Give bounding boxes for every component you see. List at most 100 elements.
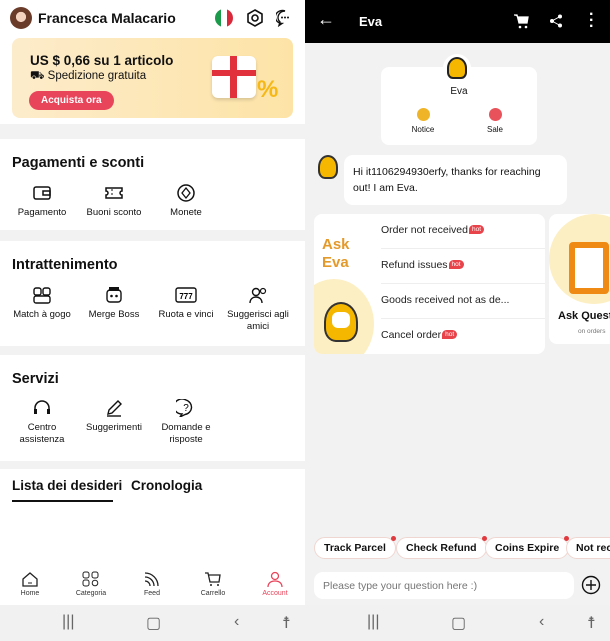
match-item[interactable]: Match à gogo	[7, 286, 77, 321]
item-label: Buoni sconto	[86, 207, 142, 218]
item-label: Suggerimenti	[86, 422, 142, 433]
coupon-icon	[105, 187, 123, 199]
notice-button[interactable]: Notice	[403, 108, 443, 134]
hot-badge: hot	[448, 260, 464, 269]
payments-section: Pagamenti e sconti Pagamento Buoni scont…	[0, 139, 305, 230]
back-arrow-icon[interactable]: ←	[317, 9, 335, 30]
buy-now-button[interactable]: Acquista ora	[29, 91, 114, 110]
services-section: Servizi Centro assistenza Suggerimenti ?…	[0, 355, 305, 461]
tab-history[interactable]: Cronologia	[131, 478, 202, 493]
book-icon	[569, 242, 609, 294]
item-label: Suggerisci agli amici	[227, 309, 289, 332]
system-nav-bar: ||| ▢ ‹ ☨	[0, 605, 305, 641]
eva-mascot	[324, 302, 358, 342]
truck-icon: ⛟	[30, 70, 48, 82]
nav-cart[interactable]: Carrello	[188, 571, 238, 597]
chip-track-parcel[interactable]: Track Parcel	[314, 536, 396, 559]
question-goods-not-as-described[interactable]: Goods received not as de...	[381, 284, 545, 319]
profile-name[interactable]: Francesca Malacario	[38, 10, 176, 26]
nav-label: Categoria	[75, 590, 107, 597]
nav-category[interactable]: Categoria	[66, 571, 116, 597]
back-icon[interactable]: ‹	[234, 613, 239, 631]
invite-friends-icon	[249, 287, 267, 304]
chip-coins-expire[interactable]: Coins Expire	[485, 536, 570, 559]
sale-button[interactable]: Sale	[475, 108, 515, 134]
bottom-nav: Home Categoria Feed Carrello Account	[0, 565, 305, 605]
settings-icon[interactable]	[246, 9, 264, 27]
eva-message-bubble: Hi it1106294930erfy, thanks for reaching…	[344, 155, 567, 205]
question-refund-issues[interactable]: Refund issues hot	[381, 249, 545, 284]
system-nav-bar: ||| ▢ ‹ ☨	[305, 605, 610, 641]
accessibility-icon[interactable]: ☨	[587, 613, 596, 633]
spin-win-item[interactable]: 777 Ruota e vinci	[151, 286, 221, 321]
boss-icon	[106, 287, 122, 303]
item-label: Pagamento	[17, 207, 67, 218]
free-shipping: ⛟ Spedizione gratuita	[30, 69, 146, 84]
nav-label: Home	[20, 590, 40, 597]
accessibility-icon[interactable]: ☨	[282, 613, 291, 633]
nav-home[interactable]: Home	[5, 571, 55, 597]
headset-icon	[34, 400, 50, 414]
question-cancel-order[interactable]: Cancel order hot	[381, 319, 545, 354]
chip-check-refund[interactable]: Check Refund	[396, 536, 487, 559]
recent-apps-icon[interactable]: |||	[367, 613, 379, 631]
nav-label: Feed	[144, 590, 160, 597]
chat-header: ← Eva · · ·	[305, 0, 610, 43]
italy-flag-icon[interactable]	[215, 9, 233, 27]
messages-icon[interactable]	[276, 9, 294, 27]
qa-item[interactable]: ? Domande e risposte	[151, 399, 221, 446]
pen-icon	[107, 400, 122, 417]
share-icon[interactable]	[549, 14, 563, 28]
sale-label: Sale	[486, 125, 503, 134]
promo-banner[interactable]: US $ 0,66 su 1 articolo ⛟ Spedizione gra…	[12, 38, 293, 118]
invite-friends-item[interactable]: Suggerisci agli amici	[223, 286, 293, 333]
merge-boss-item[interactable]: Merge Boss	[79, 286, 149, 321]
percent-icon: %	[257, 76, 279, 103]
svg-text:?: ?	[183, 403, 189, 414]
question-input[interactable]	[314, 572, 574, 599]
nav-account[interactable]: Account	[250, 571, 300, 597]
question-order-not-received[interactable]: Order not received hot	[381, 214, 545, 249]
eva-profile-card: Eva Notice Sale	[381, 54, 537, 145]
wallet-icon	[33, 186, 51, 200]
gift-icon	[212, 56, 256, 98]
ask-eva-card: Ask Eva Order not received hot Refund issu…	[314, 214, 545, 354]
nav-label: Carrello	[200, 590, 226, 597]
slot-777-icon: 777	[175, 287, 197, 303]
account-header: Francesca Malacario US $ 0,66 su 1 artic…	[0, 0, 305, 124]
chip-not-received[interactable]: Not rec	[566, 537, 610, 559]
cart-icon[interactable]	[513, 13, 529, 29]
svg-text:777: 777	[179, 292, 193, 301]
avatar[interactable]	[10, 7, 32, 29]
item-label: Merge Boss	[88, 309, 140, 320]
eva-avatar	[443, 54, 471, 82]
back-icon[interactable]: ‹	[539, 613, 544, 631]
item-label: Monete	[170, 207, 202, 218]
more-icon[interactable]: · · ·	[589, 7, 594, 35]
add-icon[interactable]	[581, 575, 601, 595]
home-icon	[22, 572, 38, 587]
tab-wishlist[interactable]: Lista dei desideri	[12, 478, 122, 493]
hot-badge: hot	[468, 225, 485, 234]
coupons-item[interactable]: Buoni sconto	[79, 184, 149, 219]
ask-question-card[interactable]: Ask Quest on orders	[549, 214, 610, 344]
ask-eva-title: Ask Eva	[322, 236, 350, 271]
promo-title: US $ 0,66 su 1 articolo	[30, 53, 174, 68]
account-icon	[267, 571, 283, 587]
question-icon: ?	[176, 399, 193, 417]
nav-feed[interactable]: Feed	[127, 571, 177, 597]
help-center-item[interactable]: Centro assistenza	[7, 399, 77, 446]
suggestions-item[interactable]: Suggerimenti	[79, 399, 149, 434]
home-button-icon[interactable]: ▢	[451, 613, 466, 633]
coins-item[interactable]: Monete	[151, 184, 221, 219]
megaphone-icon	[416, 108, 430, 121]
item-label: Ruota e vinci	[158, 309, 214, 320]
home-button-icon[interactable]: ▢	[146, 613, 161, 633]
recent-apps-icon[interactable]: |||	[62, 613, 74, 631]
ask-question-title: Ask Quest	[558, 310, 610, 322]
section-title: Pagamenti e sconti	[12, 155, 145, 171]
cart-icon	[205, 572, 221, 586]
sale-icon	[488, 108, 502, 121]
feed-icon	[144, 572, 159, 587]
payment-item[interactable]: Pagamento	[7, 184, 77, 219]
